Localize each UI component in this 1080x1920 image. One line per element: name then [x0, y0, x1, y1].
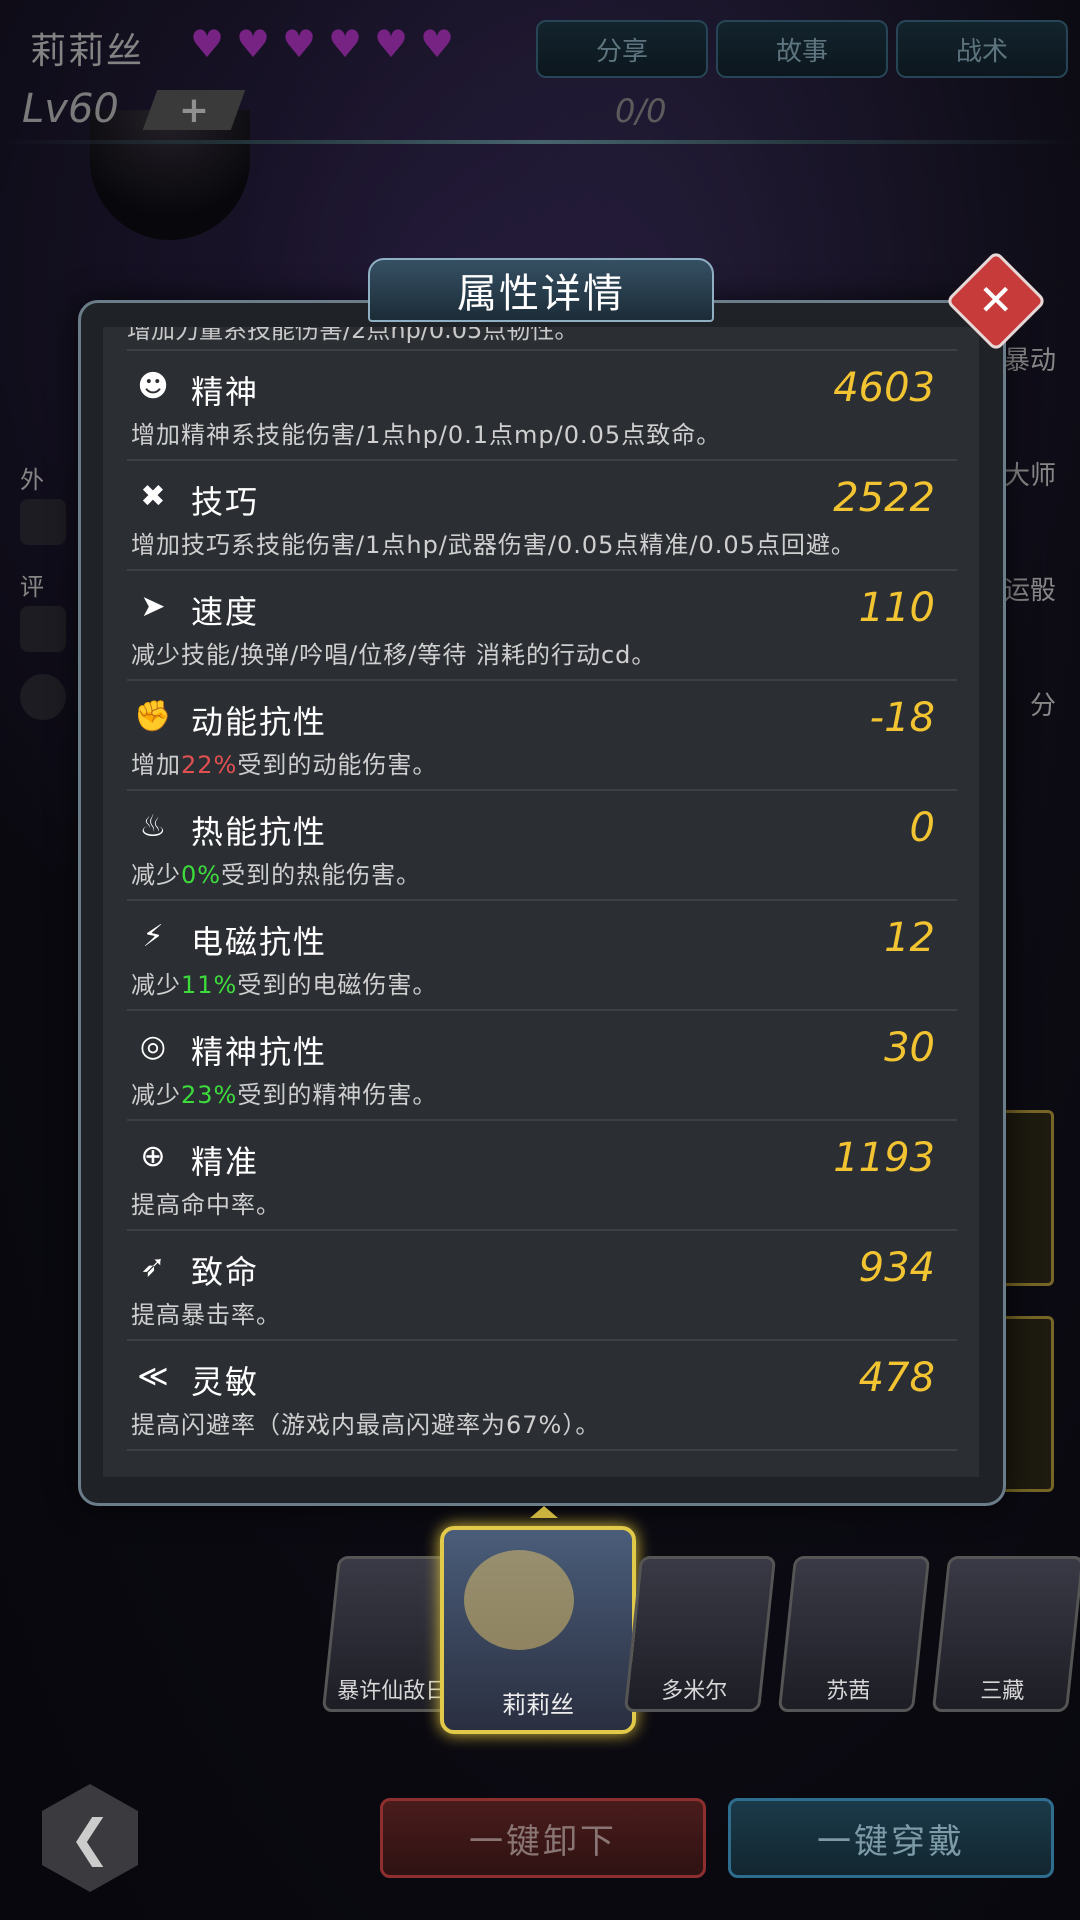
- attribute-row: ♨ 热能抗性 0 减少0%受到的热能伤害。: [127, 791, 957, 901]
- attribute-value: 934: [858, 1245, 935, 1291]
- attribute-row: ⊕ 精准 1193 提高命中率。: [127, 1121, 957, 1231]
- hero-card[interactable]: 三藏: [931, 1556, 1080, 1712]
- attribute-value: 478: [858, 1355, 935, 1401]
- hero-card[interactable]: 多米尔: [623, 1556, 777, 1712]
- attribute-name: 电磁抗性: [191, 923, 328, 961]
- attribute-value: 0: [909, 805, 935, 851]
- fist-icon: ✊: [134, 699, 172, 734]
- chevron-left-icon: ❮: [69, 1809, 111, 1867]
- attribute-row: ➤ 速度 110 减少技能/换弹/吟唱/位移/等待 消耗的行动cd。: [127, 571, 957, 681]
- selection-indicator-icon: [530, 1506, 558, 1518]
- attribute-details-modal: 增加力量系技能伤害/2点hp/0.05点韧性。 ☻ 精神 4603 增加精神系技能伤害…: [78, 300, 1006, 1506]
- attribute-name: 热能抗性: [191, 813, 328, 851]
- attribute-row: ◎ 精神抗性 30 减少23%受到的精神伤害。: [127, 1011, 957, 1121]
- description-suffix: 受到的动能伤害。: [237, 751, 438, 779]
- attribute-description: 提高暴击率。: [131, 1301, 281, 1329]
- attribute-value: 2522: [833, 475, 935, 521]
- attribute-value: 1193: [833, 1135, 935, 1181]
- attribute-description: 增加技巧系技能伤害/1点hp/武器伤害/0.05点精准/0.05点回避。: [131, 531, 856, 559]
- attribute-value: 30: [884, 1025, 935, 1071]
- attribute-description: 增加22%受到的动能伤害。: [131, 745, 437, 780]
- attribute-name: 精神抗性: [191, 1033, 328, 1071]
- hero-card[interactable]: 苏茜: [777, 1556, 931, 1712]
- crosshair-icon: ⊕: [140, 1139, 166, 1174]
- attribute-list: 增加力量系技能伤害/2点hp/0.05点韧性。 ☻ 精神 4603 增加精神系技能伤害…: [127, 327, 957, 1451]
- attribute-description: 提高命中率。: [131, 1191, 281, 1219]
- attribute-list-scroll[interactable]: 增加力量系技能伤害/2点hp/0.05点韧性。 ☻ 精神 4603 增加精神系技能伤害…: [103, 327, 979, 1477]
- attribute-name: 动能抗性: [191, 703, 328, 741]
- cut-off-description: 增加力量系技能伤害/2点hp/0.05点韧性。: [127, 327, 957, 351]
- spiral-icon: ◎: [139, 1029, 167, 1064]
- dodge-icon: ≪: [137, 1359, 169, 1394]
- attribute-row: ☻ 精神 4603 增加精神系技能伤害/1点hp/0.1点mp/0.05点致命。: [127, 351, 957, 461]
- attribute-description: 减少11%受到的电磁伤害。: [131, 965, 437, 1000]
- attribute-value: 4603: [833, 365, 935, 411]
- lightning-shield-icon: ⚡: [142, 919, 164, 954]
- hero-card-selected[interactable]: 莉莉丝: [440, 1526, 636, 1734]
- attribute-description: 减少23%受到的精神伤害。: [131, 1075, 437, 1110]
- description-suffix: 受到的热能伤害。: [221, 861, 422, 889]
- description-suffix: 受到的精神伤害。: [237, 1081, 438, 1109]
- equip-all-button[interactable]: 一键穿戴: [728, 1798, 1054, 1878]
- description-percent: 0%: [181, 861, 222, 889]
- attribute-description: 减少0%受到的热能伤害。: [131, 855, 421, 890]
- description-percent: 22%: [181, 751, 238, 779]
- description-percent: 23%: [181, 1081, 238, 1109]
- description-prefix: 减少: [131, 1081, 181, 1109]
- hero-portrait: [464, 1550, 574, 1650]
- description-percent: 11%: [181, 971, 238, 999]
- attribute-row: ≪ 灵敏 478 提高闪避率（游戏内最高闪避率为67%）。: [127, 1341, 957, 1451]
- description-prefix: 增加: [131, 751, 181, 779]
- attribute-name: 致命: [191, 1253, 260, 1291]
- speed-icon: ➤: [140, 589, 166, 624]
- close-icon: ✕: [978, 275, 1014, 325]
- description-suffix: 受到的电磁伤害。: [237, 971, 438, 999]
- attribute-description: 提高闪避率（游戏内最高闪避率为67%）。: [131, 1411, 601, 1439]
- attribute-value: 110: [858, 585, 935, 631]
- attribute-row: ⚡ 电磁抗性 12 减少11%受到的电磁伤害。: [127, 901, 957, 1011]
- attribute-value: -18: [869, 695, 935, 741]
- attribute-value: 12: [884, 915, 935, 961]
- attribute-row: ✊ 动能抗性 -18 增加22%受到的动能伤害。: [127, 681, 957, 791]
- attribute-name: 精准: [191, 1143, 260, 1181]
- tools-icon: ✖: [140, 479, 166, 514]
- head-icon: ☻: [137, 369, 169, 404]
- attribute-name: 精神: [191, 373, 260, 411]
- attribute-name: 速度: [191, 593, 260, 631]
- modal-title: 属性详情: [368, 258, 714, 322]
- unload-all-button[interactable]: 一键卸下: [380, 1798, 706, 1878]
- attribute-row: ➶ 致命 934 提高暴击率。: [127, 1231, 957, 1341]
- description-prefix: 减少: [131, 861, 181, 889]
- description-prefix: 减少: [131, 971, 181, 999]
- flame-icon: ♨: [139, 809, 167, 844]
- attribute-name: 技巧: [191, 483, 260, 521]
- attribute-description: 增加精神系技能伤害/1点hp/0.1点mp/0.05点致命。: [131, 421, 722, 449]
- attribute-row: ✖ 技巧 2522 增加技巧系技能伤害/1点hp/武器伤害/0.05点精准/0.05点…: [127, 461, 957, 571]
- dagger-icon: ➶: [140, 1249, 166, 1284]
- attribute-name: 灵敏: [191, 1363, 260, 1401]
- attribute-description: 减少技能/换弹/吟唱/位移/等待 消耗的行动cd。: [131, 641, 657, 669]
